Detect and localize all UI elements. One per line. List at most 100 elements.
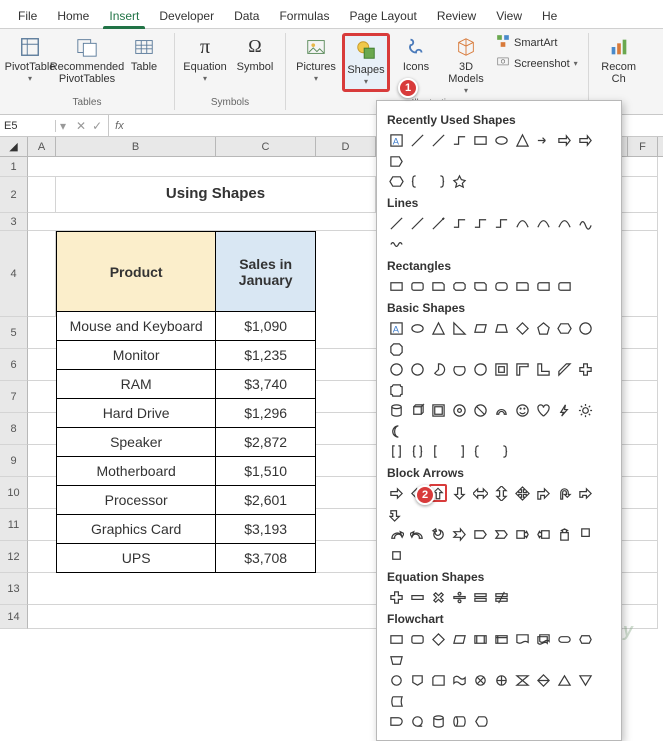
- shape-fc-internal[interactable]: [492, 630, 510, 648]
- shape-donut[interactable]: [450, 401, 468, 419]
- shape-arrow-uturn[interactable]: [555, 484, 573, 502]
- shape-freeform[interactable]: [576, 214, 594, 232]
- shape-frame[interactable]: [492, 360, 510, 378]
- col-header-b[interactable]: B: [56, 137, 216, 156]
- pivottable-button[interactable]: PivotTable ▾: [6, 33, 54, 86]
- row-header[interactable]: 13: [0, 573, 28, 605]
- row-header[interactable]: 14: [0, 605, 28, 629]
- shape-brace[interactable]: [471, 442, 489, 460]
- shape-fc-sumjunction[interactable]: [471, 671, 489, 689]
- shape-oval[interactable]: [408, 319, 426, 337]
- shape-heart[interactable]: [534, 401, 552, 419]
- table-row[interactable]: Mouse and Keyboard$1,090: [57, 312, 316, 341]
- shape-fc-sort[interactable]: [534, 671, 552, 689]
- col-header-a[interactable]: A: [28, 137, 56, 156]
- shape-rect[interactable]: [471, 131, 489, 149]
- shape-arrow-pentagon[interactable]: [471, 525, 489, 543]
- col-header-f[interactable]: F: [628, 137, 658, 156]
- shape-fc-multidoc[interactable]: [534, 630, 552, 648]
- shape-triangle[interactable]: [429, 319, 447, 337]
- shape-halfframe[interactable]: [513, 360, 531, 378]
- shape-fc-display[interactable]: [471, 712, 489, 730]
- select-all-corner[interactable]: ◢: [0, 137, 28, 156]
- shape-arrow-callout[interactable]: [513, 525, 531, 543]
- shape-roundrect[interactable]: [513, 277, 531, 295]
- shape-arrow-quad[interactable]: [513, 484, 531, 502]
- col-header-c[interactable]: C: [216, 137, 316, 156]
- table-row[interactable]: RAM$3,740: [57, 370, 316, 399]
- shape-line[interactable]: [408, 214, 426, 232]
- shape-octagon[interactable]: [387, 340, 405, 358]
- tab-pagelayout[interactable]: Page Layout: [339, 4, 426, 28]
- shape-cube[interactable]: [408, 401, 426, 419]
- shape-line[interactable]: [429, 131, 447, 149]
- row-header[interactable]: 5: [0, 317, 28, 349]
- shape-roundrect[interactable]: [534, 277, 552, 295]
- row-header[interactable]: 8: [0, 413, 28, 445]
- shape-roundrect[interactable]: [408, 277, 426, 295]
- shape-fc-collate[interactable]: [513, 671, 531, 689]
- table-row[interactable]: Processor$2,601: [57, 486, 316, 515]
- table-row[interactable]: Speaker$2,872: [57, 428, 316, 457]
- shape-arrow-callout[interactable]: [387, 546, 405, 564]
- shape-divide[interactable]: [450, 588, 468, 606]
- shape-arrow-chevron[interactable]: [492, 525, 510, 543]
- recommended-pivottables-button[interactable]: Recommended PivotTables: [56, 33, 118, 87]
- 3dmodels-button[interactable]: 3D Models ▾: [442, 33, 490, 98]
- row-header[interactable]: 1: [0, 157, 28, 177]
- shape-oval[interactable]: [492, 131, 510, 149]
- shape-multiply[interactable]: [429, 588, 447, 606]
- shape-teardrop[interactable]: [471, 360, 489, 378]
- shape-arrow[interactable]: [555, 131, 573, 149]
- shape-plus[interactable]: [387, 588, 405, 606]
- shape-fc-process[interactable]: [387, 630, 405, 648]
- shape-nosymbol[interactable]: [471, 401, 489, 419]
- shape-line[interactable]: [387, 214, 405, 232]
- shape-lightning[interactable]: [555, 401, 573, 419]
- shape-smiley[interactable]: [513, 401, 531, 419]
- shape-fc-altprocess[interactable]: [408, 630, 426, 648]
- tab-view[interactable]: View: [486, 4, 532, 28]
- shape-bevel[interactable]: [429, 401, 447, 419]
- shape-fc-seqaccess[interactable]: [408, 712, 426, 730]
- shape-fc-stored[interactable]: [387, 692, 405, 710]
- table-row[interactable]: Monitor$1,235: [57, 341, 316, 370]
- shape-lshape[interactable]: [534, 360, 552, 378]
- shape-decagon[interactable]: [387, 360, 405, 378]
- shape-fc-or[interactable]: [492, 671, 510, 689]
- table-button[interactable]: Table: [120, 33, 168, 75]
- tab-data[interactable]: Data: [224, 4, 269, 28]
- shape-pentagon[interactable]: [387, 152, 405, 170]
- shape-can[interactable]: [387, 401, 405, 419]
- shape-fc-delay[interactable]: [387, 712, 405, 730]
- tab-help[interactable]: He: [532, 4, 567, 28]
- shape-hexagon[interactable]: [555, 319, 573, 337]
- shape-connector[interactable]: [450, 131, 468, 149]
- tab-file[interactable]: File: [8, 4, 47, 28]
- shape-parallelogram[interactable]: [471, 319, 489, 337]
- row-header[interactable]: 3: [0, 213, 28, 231]
- shape-trapezoid[interactable]: [492, 319, 510, 337]
- shape-pentagon[interactable]: [534, 319, 552, 337]
- shape-arrow[interactable]: [534, 131, 552, 149]
- shape-fc-data[interactable]: [450, 630, 468, 648]
- shape-arrow-down[interactable]: [450, 484, 468, 502]
- row-header[interactable]: 4: [0, 231, 28, 317]
- shape-roundrect[interactable]: [492, 277, 510, 295]
- shape-arrow-circular[interactable]: [429, 525, 447, 543]
- shape-fc-merge[interactable]: [576, 671, 594, 689]
- shape-connector[interactable]: [471, 214, 489, 232]
- shape-sniprect[interactable]: [450, 277, 468, 295]
- shape-arrow-callout[interactable]: [555, 525, 573, 543]
- shape-arrow[interactable]: [576, 131, 594, 149]
- shape-arrow-lr[interactable]: [471, 484, 489, 502]
- row-header[interactable]: 11: [0, 509, 28, 541]
- shape-brace-pair[interactable]: [408, 442, 426, 460]
- shape-brace[interactable]: [408, 172, 426, 190]
- shape-textbox[interactable]: A: [387, 319, 405, 337]
- shape-fc-tape[interactable]: [450, 671, 468, 689]
- shape-curve[interactable]: [555, 214, 573, 232]
- shape-fc-terminator[interactable]: [555, 630, 573, 648]
- shape-sniprect[interactable]: [471, 277, 489, 295]
- shape-sun[interactable]: [576, 401, 594, 419]
